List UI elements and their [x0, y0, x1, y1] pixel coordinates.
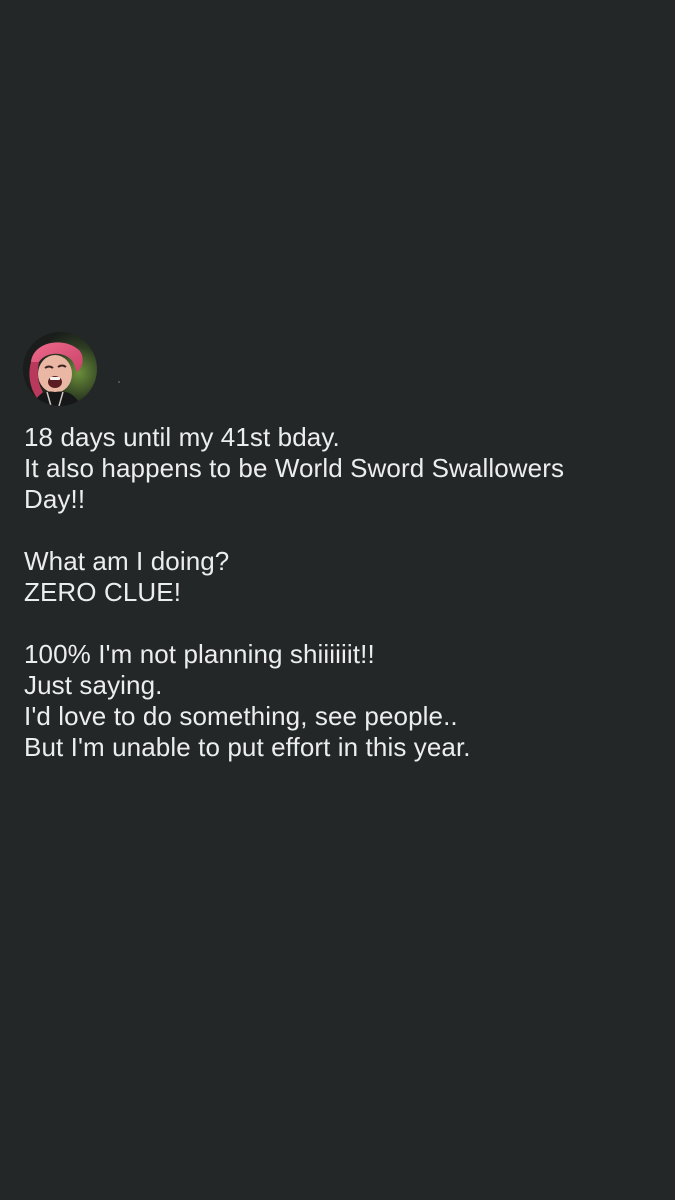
avatar-photo-icon	[23, 332, 97, 406]
post-line-blank	[24, 515, 654, 546]
post-line: Day!!	[24, 484, 86, 514]
post-line: 18 days until my 41st bday.	[24, 422, 340, 452]
post-line: What am I doing?	[24, 546, 230, 576]
avatar[interactable]	[23, 332, 97, 406]
author-placeholder-dot	[118, 381, 120, 383]
post-line: It also happens to be World Sword Swallo…	[24, 453, 565, 483]
post-line: But I'm unable to put effort in this yea…	[24, 732, 471, 762]
post-line-blank	[24, 608, 654, 639]
post-card: 18 days until my 41st bday. It also happ…	[0, 0, 675, 1200]
post-body: 18 days until my 41st bday. It also happ…	[24, 422, 654, 763]
post-line: Just saying.	[24, 670, 163, 700]
post-line: 100% I'm not planning shiiiiiit!!	[24, 639, 375, 669]
post-line: I'd love to do something, see people..	[24, 701, 458, 731]
post-line: ZERO CLUE!	[24, 577, 182, 607]
